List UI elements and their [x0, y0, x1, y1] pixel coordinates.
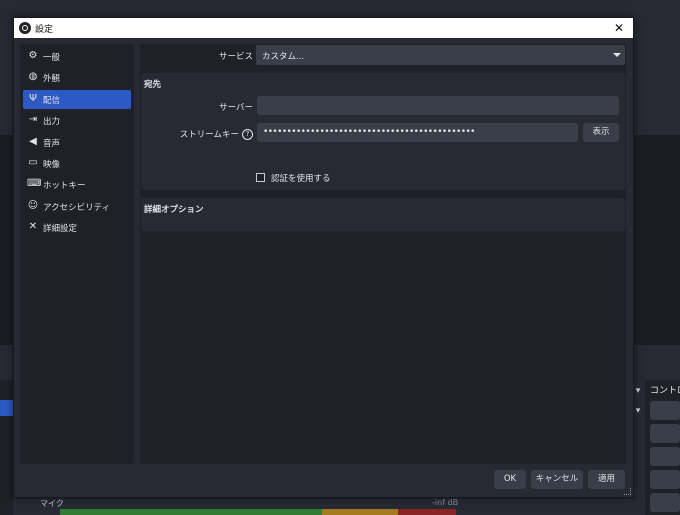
accessibility-icon: ☺ — [27, 199, 39, 211]
sidebar-item[interactable]: ▭ 映像 — [23, 154, 131, 173]
sidebar-item-label: 一般 — [43, 53, 61, 63]
volume-meter-red — [398, 509, 456, 515]
close-button[interactable]: ✕ — [605, 18, 633, 38]
use-auth-checkbox[interactable] — [256, 173, 265, 182]
dialog-title: 設定 — [35, 25, 54, 35]
controls-dock-title: コントロー — [650, 386, 680, 396]
controls-button[interactable] — [650, 424, 680, 443]
sidebar-item-label: 出力 — [43, 117, 61, 128]
cancel-button[interactable]: キャンセル — [531, 470, 583, 489]
show-key-button[interactable]: 表示 — [583, 123, 619, 142]
stream-key-value: ••••••••••••••••••••••••••••••••••••••••… — [263, 127, 475, 137]
controls-button[interactable] — [650, 447, 680, 466]
monitor-icon: ▭ — [28, 157, 38, 168]
sidebar-item[interactable]: ⚙ 一般 — [23, 47, 131, 66]
sidebar-item[interactable]: ✕ 詳細設定 — [23, 218, 131, 237]
sidebar-item-label: 外観 — [43, 74, 61, 85]
stream-settings-panel: サービス カスタム... 宛先 サーバー ストリームキー? ••••••••••… — [140, 44, 626, 464]
sidebar-item-label: 映像 — [43, 160, 61, 170]
appearance-icon: ◍ — [28, 71, 38, 83]
sidebar-item-label: 音声 — [43, 138, 61, 149]
server-input[interactable] — [257, 96, 619, 115]
obs-logo-icon — [19, 22, 31, 34]
gear-icon: ⚙ — [28, 50, 38, 61]
antenna-icon: Ψ — [29, 92, 37, 104]
sidebar-item-label: 詳細設定 — [43, 224, 78, 235]
sidebar-item[interactable]: Ψ 配信 — [23, 89, 131, 109]
service-value: カスタム... — [262, 52, 305, 62]
output-icon: ⇥ — [28, 114, 38, 126]
sidebar-item[interactable]: ◀ 音声 — [23, 133, 131, 152]
volume-meter-yellow — [322, 509, 398, 515]
speaker-icon: ◀ — [29, 135, 37, 147]
mic-db-readout: -inf dB — [432, 498, 459, 507]
sidebar-item-label: ホットキー — [43, 181, 86, 192]
advanced-options-group: 詳細オプション — [141, 198, 625, 231]
chevron-down-icon — [613, 53, 621, 57]
sidebar-item[interactable]: ⇥ 出力 — [23, 111, 131, 130]
volume-meter-green — [60, 509, 322, 515]
settings-sidebar: ⚙ 一般 ◍ 外観 Ψ 配信 ⇥ 出力 ◀ 音声 ▭ 映像 ⌨ ホットキー ☺ アクセシビリティ ✕ 詳細設定 — [20, 44, 134, 464]
stream-key-label: ストリームキー — [179, 130, 239, 140]
server-label: サーバー — [219, 103, 253, 113]
use-auth-label: 認証を使用する — [271, 174, 331, 184]
stream-key-label-row: ストリームキー? — [180, 128, 253, 140]
stream-key-input[interactable]: ••••••••••••••••••••••••••••••••••••••••… — [257, 123, 578, 142]
mic-label: マイク — [40, 499, 64, 508]
ok-button[interactable]: OK — [494, 470, 526, 489]
keyboard-icon: ⌨ — [27, 178, 42, 190]
advanced-options-title: 詳細オプション — [144, 205, 204, 215]
resize-grip-icon[interactable] — [624, 488, 631, 495]
sidebar-item-label: アクセシビリティ — [43, 202, 111, 213]
controls-button[interactable] — [650, 493, 680, 512]
settings-dialog: 設定 ✕ ⚙ 一般 ◍ 外観 Ψ 配信 ⇥ 出力 ◀ 音声 ▭ 映像 ⌨ ホットキー ☺ アクセシビリティ ✕ 詳… — [13, 17, 634, 498]
destination-group: 宛先 サーバー ストリームキー? •••••••••••••••••••••••… — [141, 73, 625, 190]
dialog-titlebar: 設定 ✕ — [14, 18, 633, 38]
service-select[interactable]: カスタム... — [256, 45, 625, 65]
tools-icon: ✕ — [28, 221, 38, 233]
help-icon[interactable]: ? — [242, 129, 253, 140]
service-label: サービス — [218, 52, 253, 62]
controls-button[interactable] — [650, 401, 680, 420]
destination-title: 宛先 — [144, 80, 162, 90]
sidebar-item[interactable]: ◍ 外観 — [23, 68, 131, 87]
sidebar-item[interactable]: ⌨ ホットキー — [23, 175, 131, 194]
sidebar-item-label: 配信 — [43, 95, 61, 106]
apply-button[interactable]: 適用 — [588, 470, 625, 489]
selected-scene[interactable] — [0, 400, 13, 416]
controls-button[interactable] — [650, 470, 680, 489]
sidebar-item[interactable]: ☺ アクセシビリティ — [23, 197, 131, 216]
